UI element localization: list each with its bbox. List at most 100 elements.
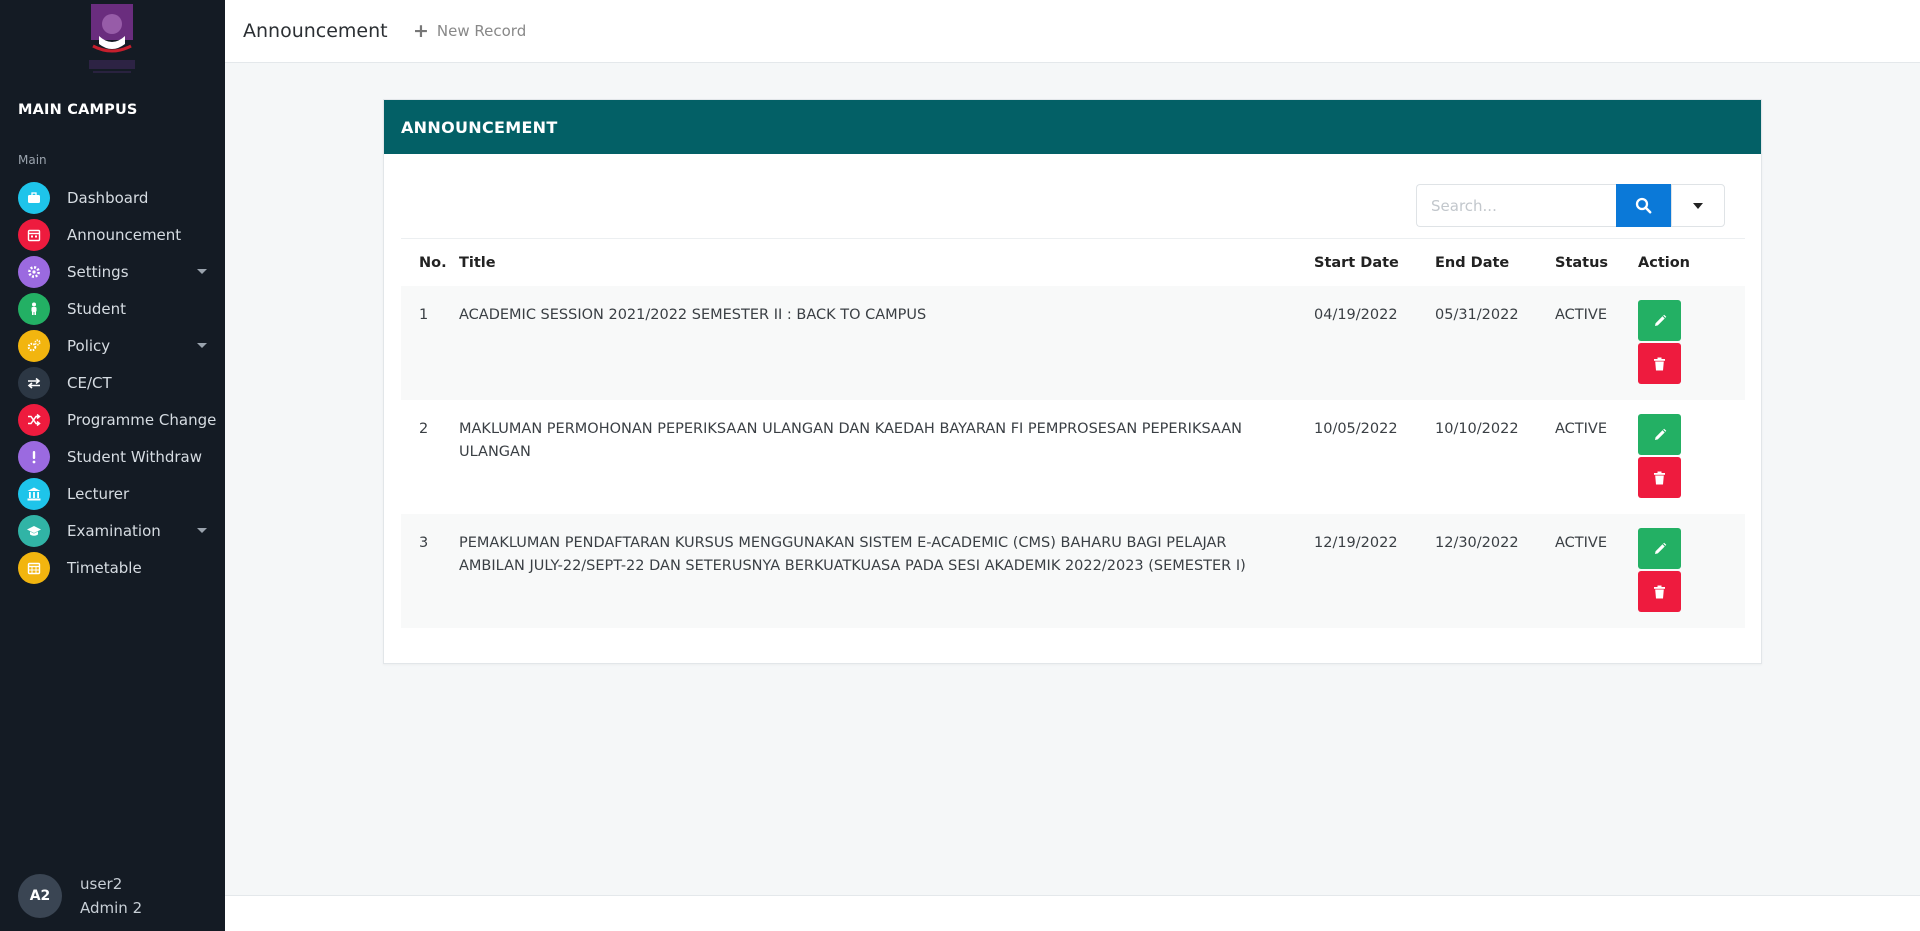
column-header-status[interactable]: Status [1555,239,1638,286]
exchange-icon [18,366,50,399]
search-input[interactable] [1416,184,1616,227]
sidebar-item-label: Programme Change [67,410,217,429]
announcement-table: No. Title Start Date End Date Status Act… [401,239,1745,628]
delete-button[interactable] [1638,571,1681,612]
cell-end-date: 10/10/2022 [1435,421,1519,437]
sidebar-item-announcement[interactable]: Announcement [0,216,225,253]
topbar: Announcement + New Record [225,0,1920,63]
cell-status: ACTIVE [1555,421,1608,437]
sidebar-item-label: Announcement [67,225,182,244]
gears-icon [18,329,50,362]
cell-status: ACTIVE [1555,307,1608,323]
shuffle-icon [18,403,50,436]
university-logo [89,4,135,73]
sidebar-item-label: CE/CT [67,373,112,392]
delete-button[interactable] [1638,457,1681,498]
avatar: A2 [18,874,62,918]
briefcase-icon [18,181,50,214]
table-row: 1 ACADEMIC SESSION 2021/2022 SEMESTER II… [401,286,1745,400]
column-header-start-date[interactable]: Start Date [1314,239,1435,286]
table-row: 2 MAKLUMAN PERMOHONAN PEPERIKSAAN ULANGA… [401,400,1745,514]
cell-action [1638,514,1745,628]
person-icon [18,292,50,325]
sidebar-nav: Dashboard Announcement Settings Student [0,179,225,586]
edit-button[interactable] [1638,300,1681,341]
section-label-main: Main [18,153,47,167]
column-header-title[interactable]: Title [459,239,1314,286]
sidebar-item-programme-change[interactable]: Programme Change [0,401,225,438]
user-info: user2 Admin 2 [80,872,142,920]
footer-bar [225,895,1920,931]
cell-start-date: 10/05/2022 [1314,421,1398,437]
trash-icon [1654,585,1665,598]
campus-title: MAIN CAMPUS [18,102,138,118]
announcement-card: ANNOUNCEMENT No. Title Start Date End Da… [383,99,1762,664]
sidebar-item-label: Student [67,299,127,318]
cell-end-date: 05/31/2022 [1435,307,1519,323]
chevron-down-icon [197,528,207,533]
page-title: Announcement [243,20,388,42]
sidebar-item-label: Settings [67,262,129,281]
sidebar-item-label: Lecturer [67,484,130,503]
sidebar-item-dashboard[interactable]: Dashboard [0,179,225,216]
cell-title: PEMAKLUMAN PENDAFTARAN KURSUS MENGGUNAKA… [459,535,1246,574]
sidebar-item-lecturer[interactable]: Lecturer [0,475,225,512]
user-role: Admin 2 [80,899,143,917]
cell-end-date: 12/30/2022 [1435,535,1519,551]
cell-no: 2 [419,421,429,437]
cell-no: 1 [419,307,429,323]
calendar-grid-icon [18,551,50,584]
search-group [1416,184,1725,227]
sidebar-item-examination[interactable]: Examination [0,512,225,549]
user-name: user2 [80,875,123,893]
exclamation-icon [18,440,50,473]
search-icon [1635,197,1652,214]
sidebar-item-settings[interactable]: Settings [0,253,225,290]
trash-icon [1654,471,1665,484]
graduation-cap-icon [18,514,50,547]
pencil-icon [1654,428,1666,440]
sidebar: MAIN CAMPUS Main Dashboard Announcement … [0,0,225,931]
cell-status: ACTIVE [1555,535,1608,551]
delete-button[interactable] [1638,343,1681,384]
cell-action [1638,400,1745,514]
gear-icon [18,255,50,288]
chevron-down-icon [197,343,207,348]
sidebar-item-student-withdraw[interactable]: Student Withdraw [0,438,225,475]
caret-down-icon [1693,202,1703,209]
pencil-icon [1654,542,1666,554]
chevron-down-icon [197,269,207,274]
sidebar-item-label: Examination [67,521,161,540]
card-title: ANNOUNCEMENT [384,100,1761,154]
search-options-dropdown[interactable] [1671,184,1725,227]
new-record-button[interactable]: + New Record [413,20,527,42]
cell-start-date: 04/19/2022 [1314,307,1398,323]
column-header-end-date[interactable]: End Date [1435,239,1555,286]
column-header-no[interactable]: No. [401,239,459,286]
new-record-label: New Record [436,22,527,40]
sidebar-item-student[interactable]: Student [0,290,225,327]
institution-icon [18,477,50,510]
sidebar-item-label: Dashboard [67,188,149,207]
user-profile[interactable]: A2 user2 Admin 2 [18,872,142,920]
column-header-action: Action [1638,254,1691,271]
calendar-icon [18,218,50,251]
table-row: 3 PEMAKLUMAN PENDAFTARAN KURSUS MENGGUNA… [401,514,1745,628]
edit-button[interactable] [1638,414,1681,455]
trash-icon [1654,357,1665,370]
cell-no: 3 [419,535,429,551]
sidebar-item-label: Student Withdraw [67,447,203,466]
sidebar-item-cect[interactable]: CE/CT [0,364,225,401]
cell-action [1638,286,1745,400]
sidebar-item-label: Policy [67,336,111,355]
cell-title: ACADEMIC SESSION 2021/2022 SEMESTER II :… [459,307,927,323]
search-button[interactable] [1616,184,1671,227]
sidebar-item-policy[interactable]: Policy [0,327,225,364]
pencil-icon [1654,314,1666,326]
cell-start-date: 12/19/2022 [1314,535,1398,551]
plus-icon: + [413,20,429,42]
sidebar-item-timetable[interactable]: Timetable [0,549,225,586]
edit-button[interactable] [1638,528,1681,569]
sidebar-item-label: Timetable [67,558,142,577]
cell-title: MAKLUMAN PERMOHONAN PEPERIKSAAN ULANGAN … [459,421,1243,460]
